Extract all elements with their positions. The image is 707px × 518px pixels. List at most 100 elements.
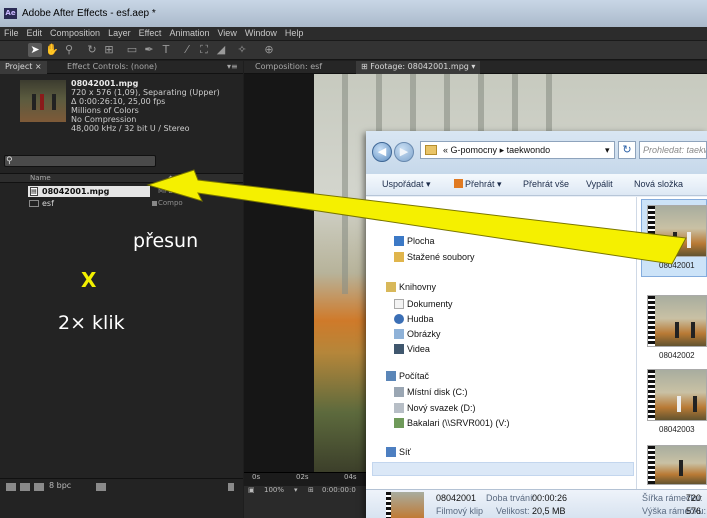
chevron-down-icon: ▾ — [497, 179, 502, 189]
brush-tool-icon[interactable]: ⁄ — [180, 43, 194, 57]
video-thumbnail-icon[interactable] — [647, 205, 707, 257]
composition-viewer[interactable] — [244, 74, 314, 472]
back-button[interactable]: ◀ — [372, 142, 392, 162]
axis-icon[interactable]: ⊕ — [262, 43, 276, 57]
project-item-footage-label: 08042001.mpg — [42, 187, 110, 196]
new-folder-button[interactable]: Nová složka — [634, 179, 683, 189]
breadcrumb-g-pomocny[interactable]: G-pomocny — [451, 145, 498, 155]
always-preview-icon[interactable]: ▣ — [248, 486, 255, 494]
project-item-footage[interactable]: ▤ 08042001.mpg MPEG Movie — [0, 186, 243, 197]
details-pane: 08042001 Filmový klip Doba trvání: 00:00… — [366, 489, 707, 518]
tab-project[interactable]: Project × — [0, 61, 47, 74]
video-thumbnail-icon[interactable] — [647, 369, 707, 421]
safe-margins-icon[interactable]: ⊞ — [308, 486, 314, 494]
chevron-down-icon[interactable]: ▾ — [294, 486, 298, 494]
forward-button[interactable]: ▶ — [394, 142, 414, 162]
nav-disk-v[interactable]: Bakalari (\\SRVR001) (V:) — [394, 417, 510, 429]
videos-icon — [394, 344, 404, 354]
nav-network[interactable]: Síť — [386, 446, 411, 458]
explorer-address-bar: ◀ ▶ « G-pomocny ▸ taekwondo ▾ ↻ Prohleda… — [366, 131, 707, 174]
column-type[interactable]: Type — [181, 174, 197, 183]
annotation-x-mark: X — [81, 268, 97, 292]
title-bar: Ae Adobe After Effects - esf.aep * — [0, 0, 707, 27]
puppet-tool-icon[interactable]: ✧ — [235, 43, 249, 57]
menu-effect[interactable]: Effect — [135, 27, 166, 38]
star-icon — [394, 211, 404, 221]
nav-videos[interactable]: Videa — [394, 343, 430, 355]
breadcrumb-taekwondo[interactable]: taekwondo — [507, 145, 551, 155]
hand-tool-icon[interactable]: ✋ — [45, 43, 59, 57]
new-folder-icon[interactable] — [20, 483, 30, 491]
viewer-panel-tabs: Composition: esf ⊞ Footage: 08042001.mpg… — [244, 61, 707, 74]
close-icon[interactable]: × — [35, 62, 42, 71]
nav-favorites[interactable]: Oblíbené položky — [394, 210, 477, 222]
menu-composition[interactable]: Composition — [46, 27, 104, 38]
drive-icon — [394, 403, 404, 413]
nav-libraries[interactable]: Knihovny — [386, 281, 436, 293]
nav-documents-label: Dokumenty — [407, 299, 453, 309]
nav-documents[interactable]: Dokumenty — [394, 298, 453, 310]
column-label-icon[interactable]: ◆ — [168, 174, 173, 183]
video-thumbnail-icon[interactable] — [647, 295, 707, 347]
play-button[interactable]: Přehrát ▾ — [454, 179, 502, 190]
menu-view[interactable]: View — [213, 27, 240, 38]
organize-button[interactable]: Uspořádat ▾ — [382, 179, 431, 190]
tab-footage-label: Footage: 08042001.mpg — [370, 62, 469, 71]
menu-edit[interactable]: Edit — [23, 27, 47, 38]
chevron-down-icon[interactable]: ▾ — [471, 62, 475, 71]
trash-icon[interactable] — [96, 483, 106, 491]
play-all-button[interactable]: Přehrát vše — [523, 179, 569, 189]
explorer-search-input[interactable]: Prohledat: taekwondo — [639, 141, 707, 159]
chevron-down-icon[interactable]: ▾ — [605, 142, 610, 158]
file-name[interactable]: 08042002 — [659, 351, 695, 360]
interpret-footage-icon[interactable] — [6, 483, 16, 491]
file-name[interactable]: 08042001 — [659, 261, 695, 270]
text-tool-icon[interactable]: T — [159, 43, 173, 57]
project-search-input[interactable]: ⚲ — [4, 155, 156, 167]
nav-music[interactable]: Hudba — [394, 313, 434, 325]
tab-effect-controls[interactable]: Effect Controls: (none) — [62, 61, 162, 74]
nav-music-label: Hudba — [407, 314, 434, 324]
project-item-composition[interactable]: esf Compo — [0, 198, 243, 209]
rotate-tool-icon[interactable]: ↻ — [85, 43, 99, 57]
documents-icon — [394, 299, 404, 309]
eraser-tool-icon[interactable]: ◢ — [214, 43, 228, 57]
zoom-level-select[interactable]: 100% — [264, 486, 284, 494]
nav-desktop[interactable]: Plocha — [394, 235, 435, 247]
burn-button[interactable]: Vypálit — [586, 179, 613, 189]
menu-layer[interactable]: Layer — [104, 27, 135, 38]
video-thumbnail-icon — [386, 492, 424, 518]
current-time-display[interactable]: 0:00:00:0 — [322, 486, 356, 494]
nav-computer[interactable]: Počítač — [386, 370, 429, 382]
breadcrumb-overflow[interactable]: « — [443, 145, 448, 155]
new-composition-icon[interactable] — [34, 483, 44, 491]
zoom-tool-icon[interactable]: ⚲ — [62, 43, 76, 57]
window-title: Adobe After Effects - esf.aep * — [22, 8, 156, 19]
camera-tool-icon[interactable]: ⊞ — [102, 43, 116, 57]
tab-project-label: Project — [5, 62, 33, 71]
clone-stamp-tool-icon[interactable]: ⛶ — [197, 43, 211, 57]
address-path[interactable]: « G-pomocny ▸ taekwondo ▾ — [420, 141, 615, 159]
menu-animation[interactable]: Animation — [165, 27, 213, 38]
tab-composition[interactable]: Composition: esf — [250, 61, 327, 74]
column-name[interactable]: Name — [30, 174, 51, 183]
footage-info-colors: Millions of Colors — [71, 106, 139, 115]
nav-pictures[interactable]: Obrázky — [394, 328, 441, 340]
tab-footage[interactable]: ⊞ Footage: 08042001.mpg ▾ — [356, 61, 481, 74]
selection-tool-icon[interactable]: ➤ — [28, 43, 42, 57]
refresh-button[interactable]: ↻ — [618, 141, 636, 159]
menu-file[interactable]: File — [0, 27, 23, 38]
pen-tool-icon[interactable]: ✒ — [142, 43, 156, 57]
nav-disk-c[interactable]: Místní disk (C:) — [394, 386, 468, 398]
bit-depth-button[interactable]: 8 bpc — [49, 481, 71, 490]
scroll-right-icon[interactable] — [228, 483, 234, 491]
menu-window[interactable]: Window — [241, 27, 281, 38]
file-name[interactable]: 08042003 — [659, 425, 695, 434]
rectangle-tool-icon[interactable]: ▭ — [125, 43, 139, 57]
nav-disk-d[interactable]: Nový svazek (D:) — [394, 402, 476, 414]
menu-help[interactable]: Help — [281, 27, 308, 38]
panel-menu-icon[interactable]: ▾≡ — [222, 61, 243, 74]
video-thumbnail-icon[interactable] — [647, 445, 707, 485]
nav-downloads[interactable]: Stažené soubory — [394, 251, 475, 263]
project-panel: 08042001.mpg 720 x 576 (1,09), Separatin… — [0, 74, 243, 510]
